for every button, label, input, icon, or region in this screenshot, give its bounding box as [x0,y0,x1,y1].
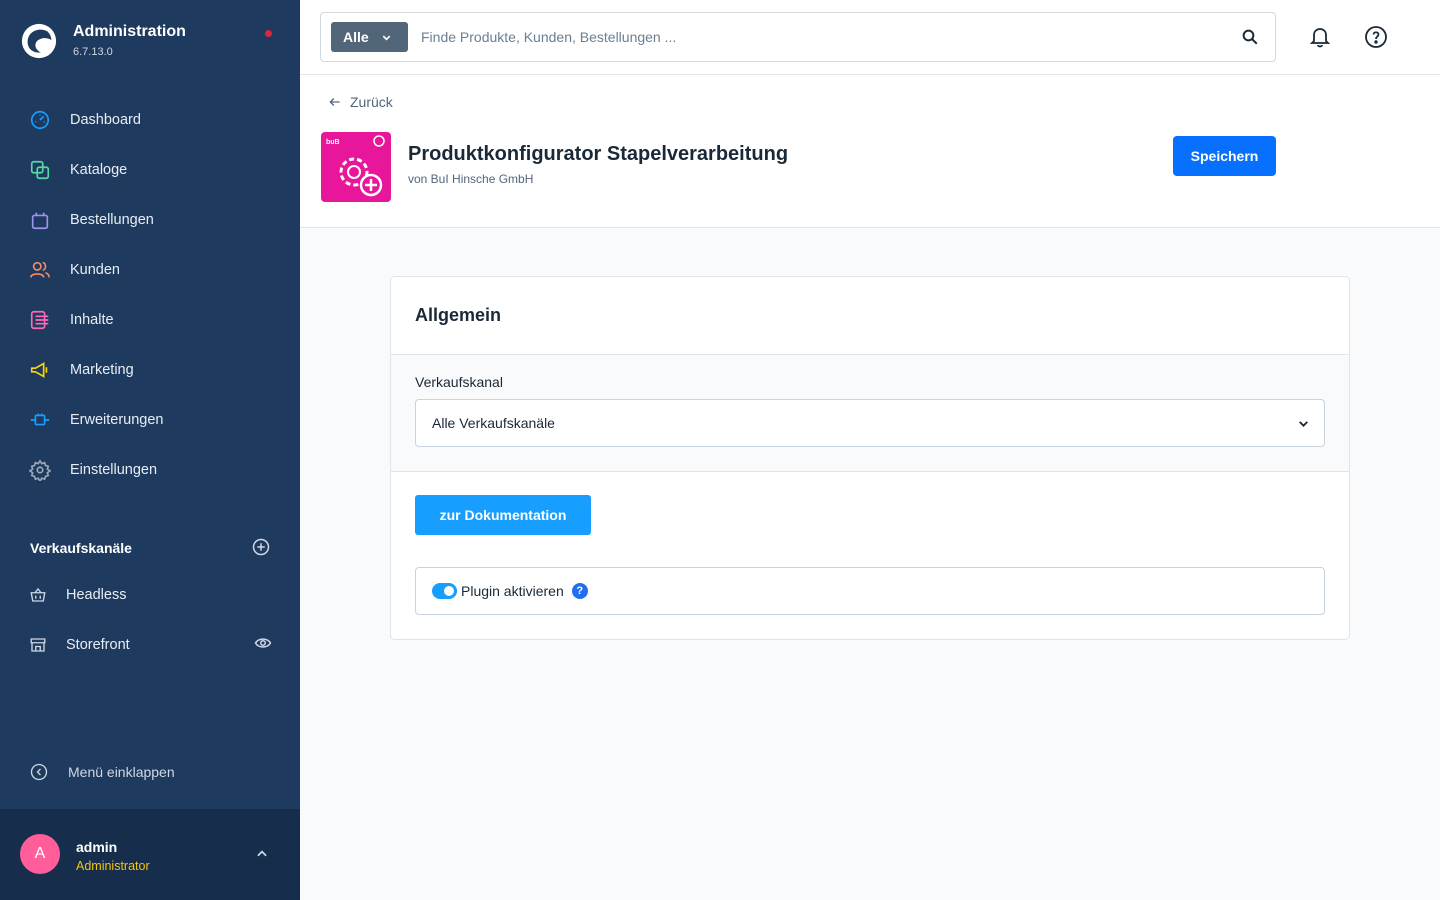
brand-title: Administration [73,23,186,40]
plugin-icon: buB [321,132,391,202]
sales-channel-value: Alle Verkaufskanäle [432,415,555,431]
help-icon[interactable] [1364,25,1388,54]
catalog-squares-icon [28,158,52,182]
nav-item-inhalte[interactable]: Inhalte [0,295,300,345]
avatar[interactable]: A [20,834,60,874]
back-link[interactable]: Zurück [328,94,393,110]
chevron-down-icon [1297,417,1310,430]
sales-channel-label: Headless [66,587,127,603]
plugin-active-field: Plugin aktivieren ? [415,567,1325,615]
sales-channel-headless[interactable]: Headless [28,580,278,610]
gear-icon [28,458,52,482]
collapse-menu-label: Menü einklappen [68,764,175,780]
nav-item-label: Inhalte [70,312,114,328]
nav-item-erweiterungen[interactable]: Erweiterungen [0,395,300,445]
plug-icon [28,408,52,432]
arrow-left-icon [329,98,340,106]
back-label: Zurück [350,94,393,110]
nav-item-label: Marketing [70,362,134,378]
config-card: Allgemein Verkaufskanal Alle Verkaufskan… [390,276,1350,640]
dashboard-gauge-icon [28,108,52,132]
main-nav: Dashboard Kataloge Bestellungen Kunden I… [0,95,300,495]
toggle-knob [444,586,454,596]
notification-dot [265,30,272,37]
nav-item-label: Dashboard [70,112,141,128]
nav-item-kunden[interactable]: Kunden [0,245,300,295]
chevron-left-circle-icon [30,763,48,781]
sales-channel-switch: Verkaufskanal Alle Verkaufskanäle [391,355,1349,472]
search-icon[interactable] [1241,28,1259,51]
chevron-up-icon[interactable] [255,847,269,866]
bell-icon[interactable] [1308,25,1332,54]
page-header: Zurück buB Produktkonfigurator Stapelver… [300,75,1440,228]
user-bar: A admin Administrator [0,809,300,900]
sidebar: Administration 6.7.13.0 Dashboard Katalo… [0,0,300,900]
shopping-bag-icon [28,208,52,232]
shopware-logo-icon [21,23,57,59]
sales-channel-label: Storefront [66,637,130,653]
plugin-active-toggle[interactable] [432,583,457,599]
search-type-dropdown[interactable]: Alle [331,22,408,52]
sales-channels-heading: Verkaufskanäle [30,540,132,556]
page-title: Produktkonfigurator Stapelverarbeitung [408,143,789,165]
nav-item-kataloge[interactable]: Kataloge [0,145,300,195]
brand-version: 6.7.13.0 [73,46,113,58]
topbar: Alle [300,0,1440,75]
content-list-icon [28,308,52,332]
search-type-label: Alle [343,29,369,45]
megaphone-icon [28,358,52,382]
save-button[interactable]: Speichern [1173,136,1276,176]
sales-channel-storefront[interactable]: Storefront [28,630,278,660]
nav-item-einstellungen[interactable]: Einstellungen [0,445,300,495]
card-title: Allgemein [391,277,1349,355]
nav-item-dashboard[interactable]: Dashboard [0,95,300,145]
user-name: admin [76,839,118,855]
documentation-button[interactable]: zur Dokumentation [415,495,591,535]
sales-channels-header: Verkaufskanäle [30,536,270,560]
add-sales-channel-icon[interactable] [252,538,270,559]
search-input[interactable] [421,25,1211,49]
basket-icon [28,585,48,605]
brand[interactable]: Administration 6.7.13.0 [20,22,186,60]
user-role: Administrator [76,859,150,873]
nav-item-label: Kataloge [70,162,128,178]
plugin-author: von BuI Hinsche GmbH [408,172,534,186]
collapse-menu-button[interactable]: Menü einklappen [30,763,175,781]
nav-item-marketing[interactable]: Marketing [0,345,300,395]
eye-icon[interactable] [254,634,272,656]
global-search: Alle [320,12,1276,62]
plugin-active-label: Plugin aktivieren [461,583,564,599]
nav-item-label: Bestellungen [70,212,154,228]
storefront-icon [28,635,48,655]
gear-plus-icon: buB [326,135,385,197]
nav-item-label: Kunden [70,262,120,278]
users-icon [28,258,52,282]
nav-item-label: Einstellungen [70,462,158,478]
svg-text:buB: buB [326,139,340,146]
nav-item-bestellungen[interactable]: Bestellungen [0,195,300,245]
chevron-down-icon [381,32,392,43]
sales-channel-label: Verkaufskanal [415,374,503,390]
nav-item-label: Erweiterungen [70,412,164,428]
help-tooltip-icon[interactable]: ? [571,583,588,599]
sales-channel-select[interactable]: Alle Verkaufskanäle [415,399,1325,447]
